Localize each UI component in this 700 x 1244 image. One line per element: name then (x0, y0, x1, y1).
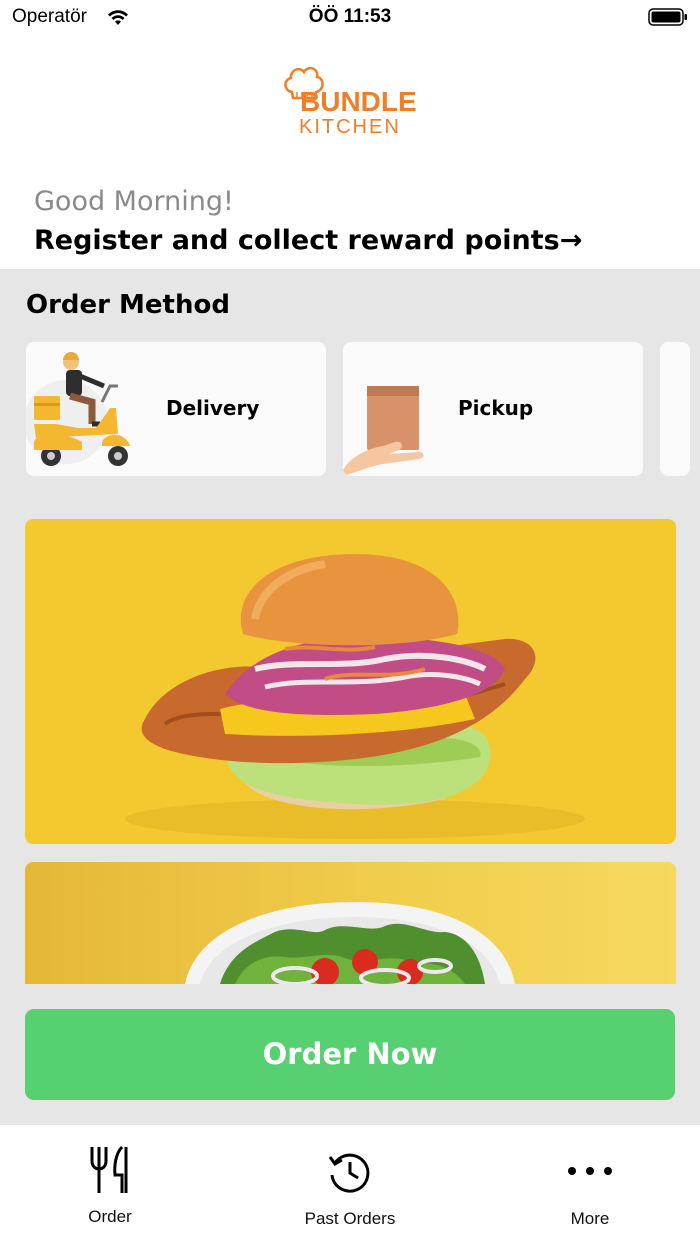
scooter-delivery-icon (26, 352, 130, 466)
greeting-text: Good Morning! (34, 186, 234, 217)
register-link[interactable]: Register and collect reward points→ (34, 225, 582, 256)
order-now-button[interactable]: Order Now (25, 1009, 675, 1100)
tab-order-label: Order (88, 1207, 132, 1226)
tab-past-orders[interactable]: Past Orders (250, 1125, 450, 1244)
brand-name-line2: KITCHEN (299, 116, 401, 138)
more-dots-icon (568, 1167, 612, 1175)
salad-illustration (185, 902, 515, 984)
tab-more[interactable]: More (490, 1125, 690, 1244)
burger-promo-image[interactable] (25, 519, 676, 844)
pickup-bag-icon (343, 386, 424, 476)
battery-icon (648, 8, 687, 26)
pickup-option-card[interactable]: Pickup (343, 342, 643, 476)
tab-more-label: More (570, 1209, 610, 1228)
more-options-card[interactable] (660, 342, 690, 476)
salad-promo-image[interactable] (25, 862, 676, 984)
tab-bar: Order Past Orders More (0, 1125, 700, 1244)
clock: ÖÖ 11:53 (308, 6, 392, 27)
brand-logo: BUNDLE KITCHEN (282, 62, 422, 142)
pickup-label: Pickup (458, 396, 534, 420)
fork-knife-icon (90, 1145, 128, 1193)
status-bar: Operatör ÖÖ 11:53 (0, 0, 700, 36)
burger-illustration (125, 554, 585, 839)
history-icon (328, 1153, 370, 1193)
delivery-option-card[interactable]: Delivery (26, 342, 326, 476)
delivery-label: Delivery (166, 396, 260, 420)
brand-name-line1: BUNDLE (300, 86, 417, 117)
tab-past-orders-label: Past Orders (304, 1209, 396, 1228)
order-method-title: Order Method (26, 290, 230, 320)
tab-order[interactable]: Order (10, 1125, 210, 1244)
